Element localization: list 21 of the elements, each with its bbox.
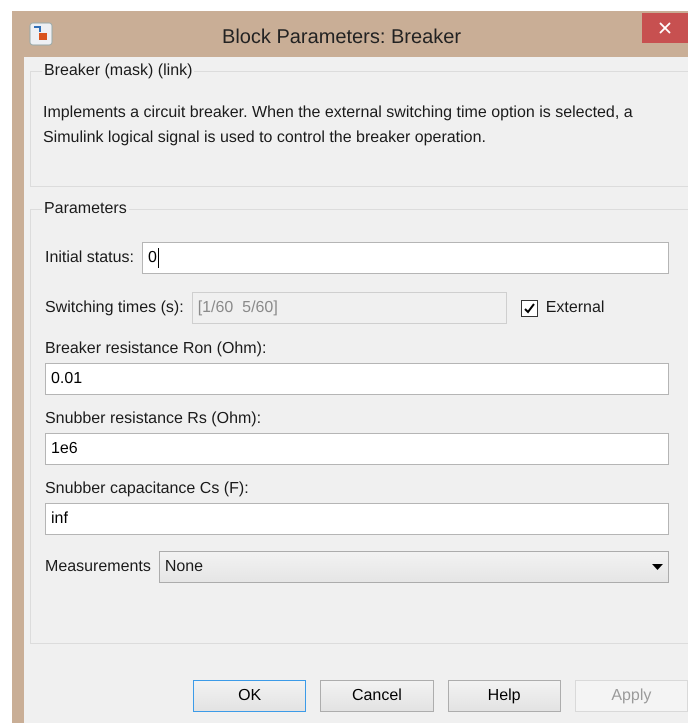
text-field[interactable]: 0 [142, 242, 669, 274]
text-field[interactable]: inf [45, 503, 669, 535]
description-text: Implements a circuit breaker. When the external switching time option is selected, a Simulink logical signal is used to control the breaker operation. [43, 103, 634, 148]
app-icon [29, 22, 53, 46]
field-label: Snubber capacitance Cs (F): [45, 479, 250, 499]
dropdown[interactable]: None [158, 551, 669, 583]
field-label: Measurements [45, 557, 151, 577]
caret-icon [652, 564, 663, 570]
field-label: Snubber resistance Rs (Ohm): [45, 409, 262, 429]
text-field[interactable]: 0.01 [45, 363, 669, 395]
dialog-button[interactable]: Help [448, 680, 561, 712]
close-button[interactable] [642, 13, 688, 43]
dialog-button[interactable]: OK [193, 680, 306, 712]
dialog-button[interactable]: Cancel [320, 680, 434, 712]
window-title: Block Parameters: Breaker [222, 25, 461, 50]
checkbox-label: External [546, 298, 604, 318]
text-field[interactable]: 1e6 [45, 433, 669, 465]
field-label: Switching times (s): [45, 298, 184, 318]
check-icon [522, 302, 536, 314]
field-label: Breaker resistance Ron (Ohm): [45, 339, 268, 359]
field-label: Initial status: [45, 248, 134, 268]
